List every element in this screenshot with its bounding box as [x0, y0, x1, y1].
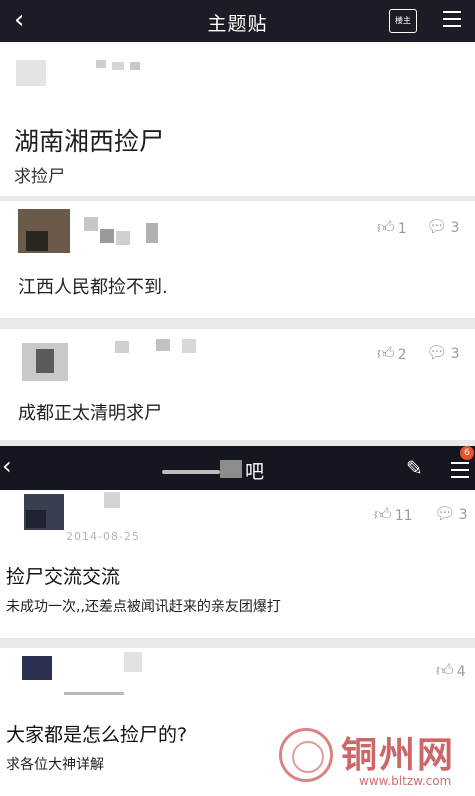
reply-card[interactable]: 👍︎ 1 💬︎ 3 江西人民都捡不到.	[0, 201, 475, 318]
avatar-detail	[26, 231, 48, 251]
avatar[interactable]	[22, 656, 52, 680]
avatar-detail	[26, 510, 46, 528]
date-blur	[64, 692, 124, 695]
reply-text: 江西人民都捡不到.	[18, 277, 168, 298]
author-name[interactable]	[96, 60, 106, 68]
comment-icon: 💬︎	[426, 343, 448, 363]
user-name-blur	[100, 229, 114, 243]
like-count[interactable]: 👍︎ 4	[436, 660, 466, 681]
seal-logo-icon	[279, 728, 333, 782]
thumbs-up-icon: 👍︎	[436, 661, 454, 681]
user-name-blur	[116, 231, 130, 245]
site-watermark: 铜州网 www.bltzw.com	[265, 722, 475, 796]
reply-text: 成都正太清明求尸	[18, 403, 162, 424]
thumbs-up-icon: 👍︎	[377, 218, 395, 238]
thread-title: 捡尸交流交流	[6, 566, 121, 588]
reply-card[interactable]: 👍︎ 2 💬︎ 3 成都正太清明求尸	[0, 329, 475, 440]
user-name-blur	[104, 492, 120, 508]
comment-icon: 💬︎	[434, 504, 456, 524]
watermark-name: 铜州网	[341, 734, 456, 776]
forum-name-blur	[220, 460, 242, 478]
comment-count[interactable]: 💬︎ 3	[426, 217, 460, 237]
comment-icon: 💬︎	[426, 217, 448, 237]
forum-nav-bar: ‹ 吧 ✎ 6	[0, 446, 475, 490]
top-nav-bar: ‹ 主题贴 楼主	[0, 0, 475, 42]
like-count[interactable]: 👍︎ 1	[377, 217, 407, 238]
watermark-url: www.bltzw.com	[359, 774, 452, 788]
author-name-blur	[112, 62, 124, 70]
post-title: 湖南湘西捡尸	[14, 127, 165, 156]
user-name-blur	[124, 652, 142, 672]
comment-count[interactable]: 💬︎ 3	[426, 343, 460, 363]
like-count[interactable]: 👍︎ 11	[374, 504, 413, 525]
notification-badge: 6	[460, 446, 474, 460]
edit-icon[interactable]: ✎	[406, 456, 423, 480]
post-subtitle: 求捡尸	[14, 167, 65, 187]
user-name-blur	[182, 339, 196, 353]
author-name-blur	[130, 62, 140, 70]
owner-only-button[interactable]: 楼主	[389, 9, 417, 33]
comment-count[interactable]: 💬︎ 3	[434, 504, 468, 524]
back-chevron-icon[interactable]: ‹	[2, 452, 12, 480]
menu-icon[interactable]	[443, 6, 461, 32]
thread-title: 大家都是怎么捡尸的?	[6, 724, 188, 746]
thread-card[interactable]: 2014-08-25 👍︎ 11 💬︎ 3 捡尸交流交流 未成功一次,,还差点被闻讯…	[0, 490, 475, 638]
user-name-blur	[156, 339, 170, 351]
original-post-card: 湖南湘西捡尸 求捡尸	[0, 42, 475, 196]
user-name-blur	[115, 341, 129, 353]
user-name-blur	[146, 223, 158, 243]
forum-name-blur	[162, 470, 220, 474]
menu-icon[interactable]	[451, 457, 469, 483]
avatar-detail	[36, 349, 54, 373]
thread-subtitle: 求各位大神详解	[6, 757, 104, 773]
author-avatar[interactable]	[16, 60, 46, 86]
forum-name-suffix: 吧	[245, 461, 265, 483]
thumbs-up-icon: 👍︎	[374, 505, 392, 525]
thumbs-up-icon: 👍︎	[377, 344, 395, 364]
user-name-blur	[84, 217, 98, 231]
thread-subtitle: 未成功一次,,还差点被闻讯赶来的亲友团爆打	[6, 599, 281, 615]
post-date: 2014-08-25	[66, 530, 140, 543]
like-count[interactable]: 👍︎ 2	[377, 343, 407, 364]
